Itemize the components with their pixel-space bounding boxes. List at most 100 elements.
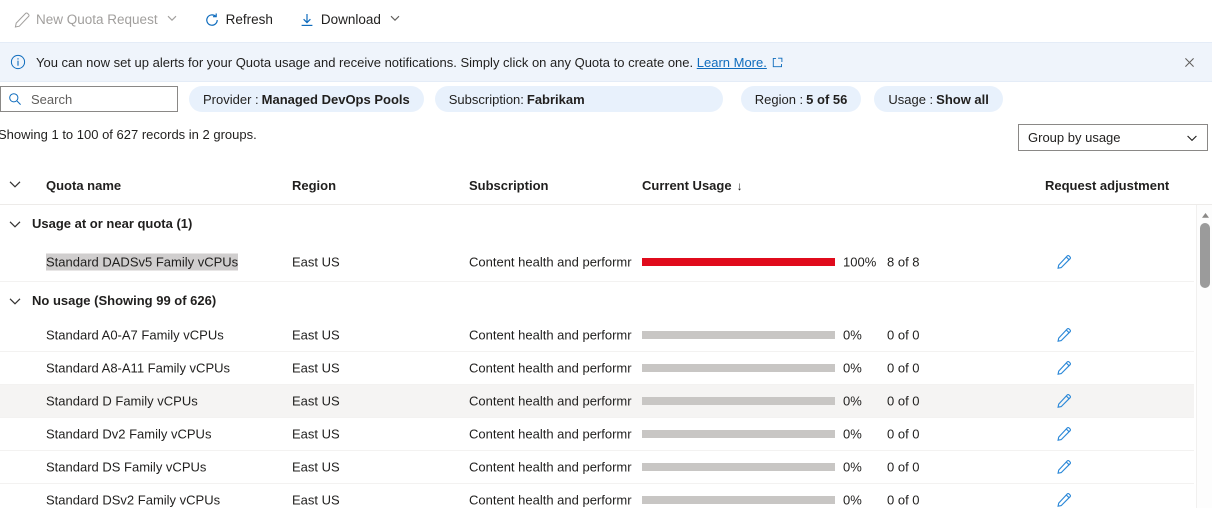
- quota-name-text: Standard DS Family vCPUs: [46, 459, 207, 475]
- request-adjustment-pencil-icon[interactable]: [1056, 459, 1072, 475]
- cell-usage-ratio: 0 of 0: [887, 393, 920, 409]
- quota-name-text: Standard DSv2 Family vCPUs: [46, 492, 221, 508]
- download-button[interactable]: Download: [293, 5, 407, 35]
- group-by-selected-value: Group by usage: [1028, 130, 1121, 145]
- group-by-dropdown[interactable]: Group by usage: [1018, 124, 1208, 151]
- cell-current-usage: [642, 364, 837, 372]
- filter-pill-region-value: 5 of 56: [806, 91, 848, 107]
- vertical-scrollbar[interactable]: [1196, 205, 1212, 508]
- table-row[interactable]: Standard D Family vCPUs East US Content he…: [0, 385, 1194, 418]
- new-quota-request-button[interactable]: New Quota Request: [8, 5, 184, 35]
- refresh-icon: [204, 12, 220, 28]
- column-header-quota-name[interactable]: Quota name: [46, 178, 121, 193]
- cell-usage-percent: 0%: [843, 459, 862, 475]
- group-header-label: Usage at or near quota (1): [32, 216, 193, 231]
- cell-usage-percent: 0%: [843, 360, 862, 376]
- cell-subscription: Content health and performr: [469, 360, 632, 376]
- cell-usage-ratio: 0 of 0: [887, 459, 920, 475]
- cell-current-usage: [642, 331, 837, 339]
- column-header-request-adjustment: Request adjustment: [1045, 178, 1170, 193]
- cell-subscription: Content health and performr: [469, 492, 632, 508]
- cell-current-usage: [642, 257, 837, 266]
- cell-region: East US: [292, 492, 340, 508]
- cell-quota-name[interactable]: Standard DSv2 Family vCPUs: [46, 493, 220, 508]
- filter-pill-usage-label: Usage :: [888, 91, 934, 107]
- cell-region: East US: [292, 254, 340, 269]
- learn-more-link[interactable]: Learn More.: [697, 55, 767, 70]
- info-banner-message: You can now set up alerts for your Quota…: [36, 54, 694, 70]
- group-header[interactable]: No usage (Showing 99 of 626): [0, 282, 1194, 319]
- info-banner-text: You can now set up alerts for your Quota…: [36, 55, 783, 70]
- close-icon[interactable]: [1174, 47, 1204, 77]
- caret-up-icon[interactable]: [1197, 208, 1212, 222]
- cell-subscription: Content health and performr: [469, 254, 632, 269]
- cell-quota-name[interactable]: Standard Dv2 Family vCPUs: [46, 427, 211, 442]
- cell-usage-ratio: 0 of 0: [887, 327, 920, 343]
- cell-quota-name[interactable]: Standard D Family vCPUs: [46, 394, 198, 409]
- cell-current-usage: [642, 430, 837, 438]
- table-row[interactable]: Standard DSv2 Family vCPUs East US Content…: [0, 484, 1194, 508]
- external-link-icon: [772, 56, 783, 67]
- cell-current-usage: [642, 496, 837, 504]
- search-input[interactable]: [31, 88, 161, 110]
- usage-bar-track: [642, 496, 835, 504]
- cell-region: East US: [292, 393, 340, 409]
- command-toolbar: New Quota Request Refresh Download: [0, 0, 1212, 39]
- usage-bar-track: [642, 397, 835, 405]
- cell-subscription: Content health and performr: [469, 459, 632, 475]
- group-chevron-down-icon[interactable]: [8, 217, 22, 231]
- request-adjustment-pencil-icon[interactable]: [1056, 492, 1072, 508]
- table-row[interactable]: Standard DADSv5 Family vCPUs East US Conte…: [0, 242, 1194, 282]
- table-header: Quota name Region Subscription Current U…: [0, 166, 1212, 205]
- chevron-down-icon: [389, 12, 401, 27]
- request-adjustment-pencil-icon[interactable]: [1056, 360, 1072, 376]
- cell-quota-name[interactable]: Standard A8-A11 Family vCPUs: [46, 361, 230, 376]
- cell-region: East US: [292, 360, 340, 376]
- quota-name-text: Standard D Family vCPUs: [46, 393, 198, 409]
- group-chevron-down-icon[interactable]: [8, 294, 22, 308]
- table-row[interactable]: Standard Dv2 Family vCPUs East US Content …: [0, 418, 1194, 451]
- request-adjustment-pencil-icon[interactable]: [1056, 393, 1072, 409]
- column-header-current-usage[interactable]: Current Usage ↓: [642, 178, 743, 193]
- chevron-down-icon: [166, 12, 178, 27]
- column-header-region[interactable]: Region: [292, 178, 336, 193]
- usage-bar-fill: [642, 257, 835, 266]
- table-row[interactable]: Standard DS Family vCPUs East US Content h…: [0, 451, 1194, 484]
- info-banner: You can now set up alerts for your Quota…: [0, 42, 1212, 82]
- cell-usage-percent: 0%: [843, 426, 862, 442]
- table-row[interactable]: Standard A8-A11 Family vCPUs East US Conte…: [0, 352, 1194, 385]
- filter-pill-provider-value: Managed DevOps Pools: [261, 91, 410, 107]
- cell-subscription: Content health and performr: [469, 393, 632, 409]
- summary-row: Showing 1 to 100 of 627 records in 2 gro…: [0, 122, 1212, 152]
- usage-bar-track: [642, 430, 835, 438]
- request-adjustment-pencil-icon[interactable]: [1056, 327, 1072, 343]
- search-box[interactable]: [0, 86, 178, 112]
- info-icon: [10, 54, 26, 70]
- request-adjustment-pencil-icon[interactable]: [1056, 254, 1072, 270]
- collapse-all-chevron-icon[interactable]: [8, 177, 22, 191]
- filter-pill-region[interactable]: Region :5 of 56: [740, 86, 862, 112]
- cell-quota-name[interactable]: Standard DS Family vCPUs: [46, 460, 206, 475]
- usage-bar-track: [642, 331, 835, 339]
- filter-pill-subscription[interactable]: Subscription: Fabrikam: [434, 86, 723, 112]
- cell-usage-percent: 0%: [843, 492, 862, 508]
- group-header[interactable]: Usage at or near quota (1): [0, 205, 1194, 242]
- cell-usage-ratio: 8 of 8: [887, 254, 920, 269]
- filter-pill-subscription-label: Subscription:: [448, 91, 524, 107]
- quota-name-selected-text: Standard DADSv5 Family vCPUs: [46, 253, 239, 270]
- cell-usage-percent: 0%: [843, 327, 862, 343]
- request-adjustment-pencil-icon[interactable]: [1056, 426, 1072, 442]
- column-header-subscription[interactable]: Subscription: [469, 178, 548, 193]
- cell-current-usage: [642, 463, 837, 471]
- cell-current-usage: [642, 397, 837, 405]
- cell-subscription: Content health and performr: [469, 327, 632, 343]
- scrollbar-thumb[interactable]: [1200, 223, 1210, 288]
- table-row[interactable]: Standard A0-A7 Family vCPUs East US Conten…: [0, 319, 1194, 352]
- filter-pill-usage[interactable]: Usage : Show all: [874, 86, 1003, 112]
- search-icon: [8, 92, 22, 106]
- filter-pill-provider[interactable]: Provider : Managed DevOps Pools: [189, 86, 424, 112]
- cell-quota-name[interactable]: Standard A0-A7 Family vCPUs: [46, 328, 224, 343]
- refresh-button[interactable]: Refresh: [198, 5, 279, 35]
- cell-quota-name[interactable]: Standard DADSv5 Family vCPUs: [46, 253, 239, 270]
- usage-bar-track: [642, 463, 835, 471]
